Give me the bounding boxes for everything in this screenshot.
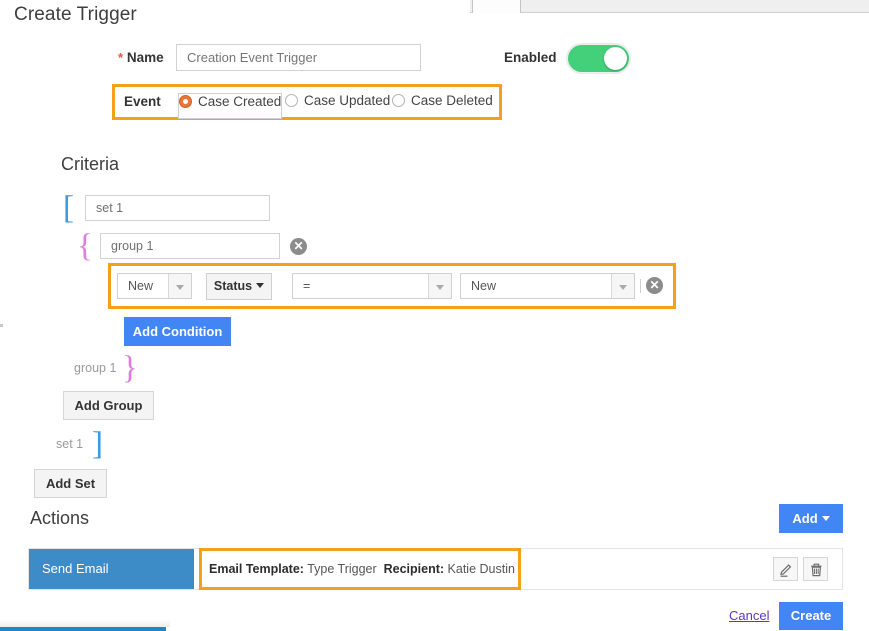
action-detail-highlight-box — [199, 548, 521, 590]
radio-case-created[interactable]: Case Created — [178, 93, 283, 119]
condition-value-text: New — [471, 279, 497, 293]
set-close-bracket: ] — [92, 426, 103, 462]
add-group-button[interactable]: Add Group — [63, 391, 154, 420]
remove-group-icon[interactable]: ✕ — [290, 238, 307, 255]
chevron-down-icon[interactable] — [168, 274, 191, 298]
name-input[interactable]: Creation Event Trigger — [176, 44, 421, 71]
enabled-label: Enabled — [504, 50, 557, 65]
action-type-label: Send Email — [29, 549, 194, 589]
edit-action-button[interactable] — [773, 557, 798, 581]
radio-label: Case Created — [198, 94, 282, 109]
radio-case-deleted[interactable]: Case Deleted — [392, 93, 493, 108]
radio-case-updated[interactable]: Case Updated — [285, 93, 390, 108]
page-title: Create Trigger — [14, 4, 137, 25]
condition-field-select[interactable]: New — [117, 273, 192, 299]
group-close-brace: } — [122, 350, 138, 386]
add-action-button[interactable]: Add — [779, 504, 843, 533]
pencil-icon — [780, 564, 792, 577]
tab-divider — [472, 0, 473, 13]
divider — [640, 279, 641, 293]
chevron-down-icon[interactable] — [611, 274, 634, 298]
radio-icon — [392, 94, 405, 107]
bottom-progress-bar — [0, 627, 166, 631]
condition-field-value: New — [128, 279, 154, 293]
bottom-shadow — [0, 619, 170, 627]
group-open-brace: { — [77, 228, 93, 264]
group-close-label: group 1 — [74, 361, 117, 375]
radio-label: Case Updated — [304, 93, 391, 108]
create-button[interactable]: Create — [779, 602, 843, 630]
add-set-button[interactable]: Add Set — [34, 469, 107, 498]
cancel-link[interactable]: Cancel — [729, 608, 769, 623]
condition-object-button[interactable]: Status — [206, 273, 272, 300]
browser-tab[interactable] — [472, 0, 520, 13]
enabled-toggle[interactable] — [567, 44, 630, 73]
radio-icon — [179, 95, 192, 108]
create-trigger-page: Create Trigger * Name Creation Event Tri… — [0, 0, 869, 631]
event-label: Event — [124, 94, 161, 109]
condition-operator-value: = — [303, 279, 311, 293]
browser-tab-strip — [470, 0, 869, 13]
set-open-bracket: [ — [63, 190, 74, 226]
chevron-down-icon — [256, 283, 265, 288]
group-name-input[interactable]: group 1 — [100, 233, 280, 259]
set-close-label: set 1 — [56, 437, 84, 451]
required-asterisk: * — [118, 50, 124, 65]
radio-icon — [285, 94, 298, 107]
chevron-down-icon — [821, 516, 830, 521]
condition-value-select[interactable]: New — [460, 273, 635, 299]
name-label: * Name — [118, 50, 164, 65]
tab-divider — [520, 0, 521, 13]
add-condition-button[interactable]: Add Condition — [124, 317, 231, 346]
criteria-heading: Criteria — [61, 154, 120, 174]
add-action-label: Add — [792, 511, 818, 526]
condition-object-label: Status — [213, 279, 253, 293]
name-label-text: Name — [126, 50, 164, 65]
delete-action-button[interactable] — [803, 557, 828, 581]
chevron-down-icon[interactable] — [428, 274, 451, 298]
radio-label: Case Deleted — [411, 93, 493, 108]
left-edge-mark — [0, 324, 3, 327]
actions-heading: Actions — [30, 508, 90, 528]
toggle-knob — [604, 47, 627, 70]
condition-operator-select[interactable]: = — [292, 273, 452, 299]
remove-condition-icon[interactable]: ✕ — [646, 277, 663, 294]
set-name-input[interactable]: set 1 — [85, 195, 270, 221]
trash-icon — [811, 563, 822, 577]
